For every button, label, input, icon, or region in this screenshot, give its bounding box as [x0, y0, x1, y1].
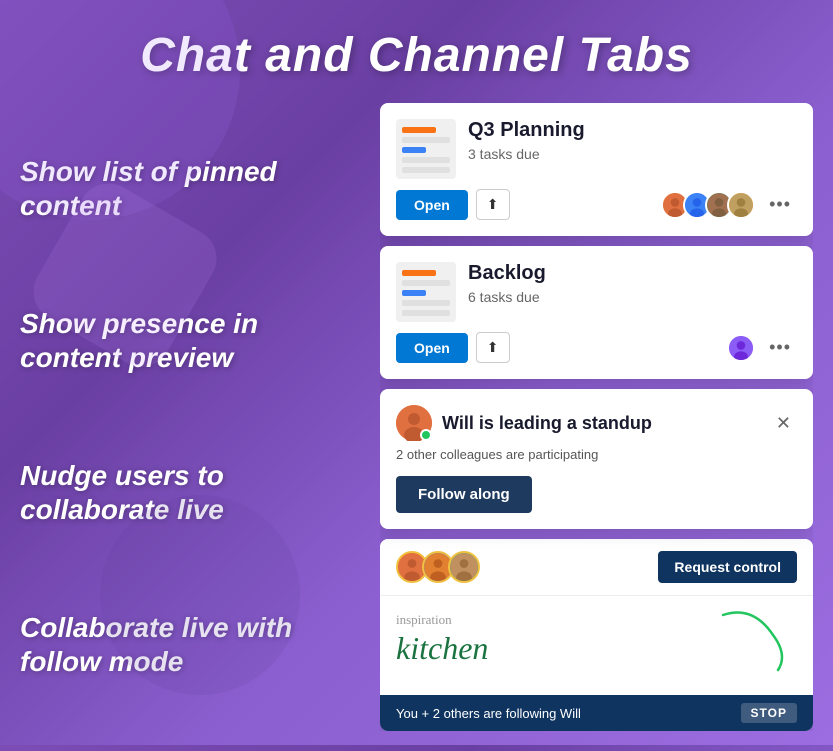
q3-avatars: [661, 191, 755, 219]
backlog-card: Backlog 6 tasks due Open ⬆: [380, 246, 813, 379]
stop-follow-button[interactable]: STOP: [741, 703, 797, 723]
cards-panel: Q3 Planning 3 tasks due Open ⬆: [380, 103, 813, 731]
collab-drawing: [713, 605, 793, 675]
close-icon: ✕: [776, 413, 791, 433]
backlog-more-button[interactable]: •••: [763, 333, 797, 362]
standup-avatar: [396, 405, 432, 441]
standup-title: Will is leading a standup: [442, 413, 760, 434]
backlog-subtitle: 6 tasks due: [468, 289, 797, 305]
q3-open-button[interactable]: Open: [396, 190, 468, 220]
collab-card: Request control inspiration kitchen You …: [380, 539, 813, 731]
share-icon: ⬆: [487, 339, 499, 356]
avatar: [727, 334, 755, 362]
backlog-thumbnail: [396, 262, 456, 322]
q3-more-button[interactable]: •••: [763, 190, 797, 219]
backlog-title: Backlog: [468, 262, 797, 285]
live-indicator: [420, 429, 432, 441]
follow-along-button[interactable]: Follow along: [396, 476, 532, 513]
q3-subtitle: 3 tasks due: [468, 146, 797, 162]
avatar: [727, 191, 755, 219]
backlog-open-button[interactable]: Open: [396, 333, 468, 363]
q3-share-button[interactable]: ⬆: [476, 189, 510, 220]
collab-avatars: [396, 551, 480, 583]
backlog-avatars: [727, 334, 755, 362]
q3-planning-card: Q3 Planning 3 tasks due Open ⬆: [380, 103, 813, 236]
collab-avatar: [448, 551, 480, 583]
q3-info: Q3 Planning 3 tasks due: [468, 119, 797, 162]
backlog-share-button[interactable]: ⬆: [476, 332, 510, 363]
collab-content: inspiration kitchen: [380, 595, 813, 695]
share-icon: ⬆: [487, 196, 499, 213]
standup-description: 2 other colleagues are participating: [396, 447, 797, 462]
following-bar: You + 2 others are following Will STOP: [380, 695, 813, 731]
q3-title: Q3 Planning: [468, 119, 797, 142]
backlog-info: Backlog 6 tasks due: [468, 262, 797, 305]
following-text: You + 2 others are following Will: [396, 706, 581, 721]
q3-thumbnail: [396, 119, 456, 179]
standup-card: Will is leading a standup ✕ 2 other coll…: [380, 389, 813, 529]
request-control-button[interactable]: Request control: [658, 551, 797, 583]
standup-close-button[interactable]: ✕: [770, 411, 797, 436]
